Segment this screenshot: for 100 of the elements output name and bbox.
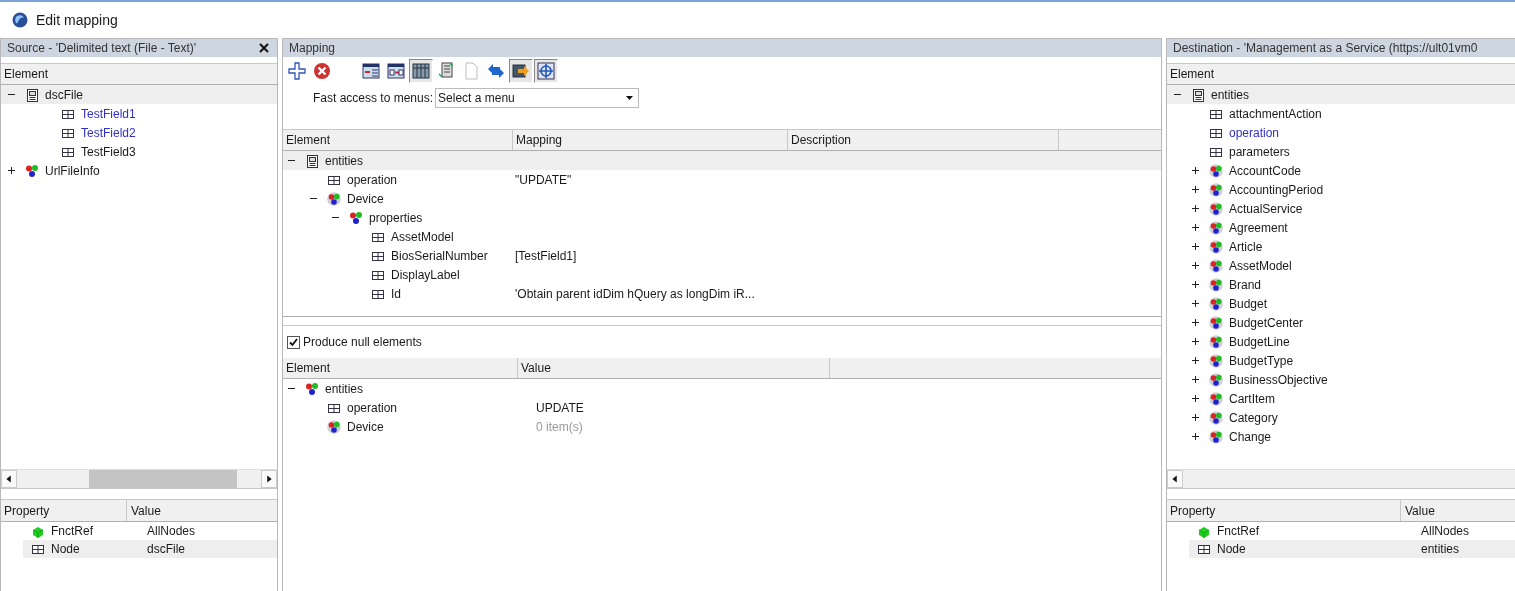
object-icon: [1209, 334, 1223, 349]
close-icon[interactable]: [259, 43, 269, 53]
expand-icon[interactable]: [7, 166, 16, 175]
expand-icon[interactable]: [1191, 166, 1200, 175]
tree-row[interactable]: Category: [1167, 408, 1515, 427]
tree-item: entities: [1211, 87, 1250, 102]
property-row[interactable]: Node entities: [1189, 540, 1515, 558]
tree-row[interactable]: Agreement: [1167, 218, 1515, 237]
tree-row[interactable]: Budget: [1167, 294, 1515, 313]
tree-row[interactable]: TestField1: [1, 104, 277, 123]
tree-row[interactable]: BudgetLine: [1167, 332, 1515, 351]
expand-icon[interactable]: [1191, 299, 1200, 308]
expand-icon[interactable]: [1191, 261, 1200, 270]
expand-icon[interactable]: [1191, 356, 1200, 365]
tree-row[interactable]: AssetModel: [1167, 256, 1515, 275]
tree-item: AccountingPeriod: [1229, 182, 1324, 197]
tree-row[interactable]: TestField3: [1, 142, 277, 161]
expand-icon[interactable]: [1191, 185, 1200, 194]
tree-row[interactable]: parameters: [1167, 142, 1515, 161]
tree-row[interactable]: BiosSerialNumber [TestField1]: [283, 246, 1161, 265]
column-header[interactable]: Mapping: [513, 130, 788, 150]
tree-item: BiosSerialNumber: [391, 248, 488, 263]
tree-row[interactable]: Device: [283, 189, 1161, 208]
tree-row[interactable]: BusinessObjective: [1167, 370, 1515, 389]
tree-row[interactable]: CartItem: [1167, 389, 1515, 408]
property-value: AllNodes: [147, 524, 196, 538]
tree-item: ActualService: [1229, 201, 1303, 216]
scrollbar-thumb[interactable]: [89, 470, 237, 488]
tree-row[interactable]: properties: [283, 208, 1161, 227]
tree-item[interactable]: Device: [347, 419, 384, 434]
expand-icon[interactable]: [1191, 337, 1200, 346]
expand-icon[interactable]: [1191, 223, 1200, 232]
expand-icon[interactable]: [1191, 375, 1200, 384]
tree-row[interactable]: entities: [1167, 85, 1515, 104]
tree-row[interactable]: AccountCode: [1167, 161, 1515, 180]
object-icon: [349, 210, 363, 225]
toolbar-button[interactable]: [534, 59, 558, 83]
expand-icon[interactable]: [1191, 242, 1200, 251]
tree-row[interactable]: DisplayLabel: [283, 265, 1161, 284]
property-name: Node: [1217, 542, 1247, 556]
expand-icon[interactable]: [1191, 413, 1200, 422]
toolbar-button[interactable]: [509, 59, 533, 83]
expand-icon[interactable]: [1191, 318, 1200, 327]
horizontal-scrollbar[interactable]: [1, 469, 277, 488]
expand-icon[interactable]: [1191, 204, 1200, 213]
tree-row[interactable]: Brand: [1167, 275, 1515, 294]
column-header[interactable]: Value: [1401, 500, 1435, 521]
field-icon: [1197, 542, 1211, 556]
column-header[interactable]: Value: [518, 358, 830, 378]
column-header[interactable]: Element: [1, 64, 277, 85]
tree-row[interactable]: ActualService: [1167, 199, 1515, 218]
checkbox-label[interactable]: Produce null elements: [303, 335, 422, 349]
menu-label: Fast access to menus:: [313, 91, 434, 105]
tree-item[interactable]: entities: [325, 381, 364, 396]
toolbar-button[interactable]: [409, 59, 433, 83]
tree-row[interactable]: TestField2: [1, 123, 277, 142]
property-row[interactable]: Node dscFile: [23, 540, 277, 558]
tree-row[interactable]: operation: [1167, 123, 1515, 142]
tree-item: DisplayLabel: [391, 267, 460, 282]
value-cell: UPDATE: [536, 400, 584, 415]
column-header[interactable]: Value: [127, 500, 161, 521]
tree-row[interactable]: attachmentAction: [1167, 104, 1515, 123]
column-header[interactable]: Element: [1167, 64, 1515, 85]
expand-icon[interactable]: [1191, 394, 1200, 403]
window-title: Edit mapping: [36, 12, 118, 28]
tree-row[interactable]: Id 'Obtain parent idDim hQuery as longDim iR...: [283, 284, 1161, 303]
tree-item: Brand: [1229, 277, 1262, 292]
tree-row[interactable]: operation "UPDATE": [283, 170, 1161, 189]
column-header[interactable]: Description: [788, 130, 1059, 150]
tree-row[interactable]: AssetModel: [283, 227, 1161, 246]
column-header[interactable]: Element: [283, 358, 518, 378]
column-header[interactable]: Property: [1, 500, 127, 521]
tree-row[interactable]: BudgetCenter: [1167, 313, 1515, 332]
dropdown-caret-icon[interactable]: [626, 95, 635, 101]
column-header[interactable]: Property: [1167, 500, 1401, 521]
tree-row[interactable]: Change: [1167, 427, 1515, 446]
document-icon: [25, 87, 39, 102]
property-name: FnctRef: [1217, 524, 1260, 538]
object-icon: [1209, 163, 1223, 178]
tree-row[interactable]: Article: [1167, 237, 1515, 256]
menu-dropdown[interactable]: Select a menu: [435, 88, 640, 108]
horizontal-scrollbar[interactable]: [1167, 469, 1515, 488]
tree-row[interactable]: entities: [283, 151, 1161, 170]
object-icon: [25, 163, 39, 178]
tree-row[interactable]: UrlFileInfo: [1, 161, 277, 180]
column-header[interactable]: Element: [283, 130, 513, 150]
property-row[interactable]: FnctRef AllNodes: [1, 522, 277, 540]
tree-row[interactable]: AccountingPeriod: [1167, 180, 1515, 199]
expand-icon[interactable]: [1191, 432, 1200, 441]
tree-item[interactable]: operation: [347, 400, 398, 415]
checkbox[interactable]: [287, 335, 300, 349]
expand-icon[interactable]: [1191, 280, 1200, 289]
add-button[interactable]: [285, 59, 309, 83]
object-icon: [305, 381, 319, 396]
property-row[interactable]: FnctRef AllNodes: [1167, 522, 1515, 540]
tree-row[interactable]: BudgetType: [1167, 351, 1515, 370]
tree-row[interactable]: dscFile: [1, 85, 277, 104]
check-icon: [289, 337, 298, 347]
tree-item: AccountCode: [1229, 163, 1302, 178]
object-icon: [1209, 353, 1223, 368]
